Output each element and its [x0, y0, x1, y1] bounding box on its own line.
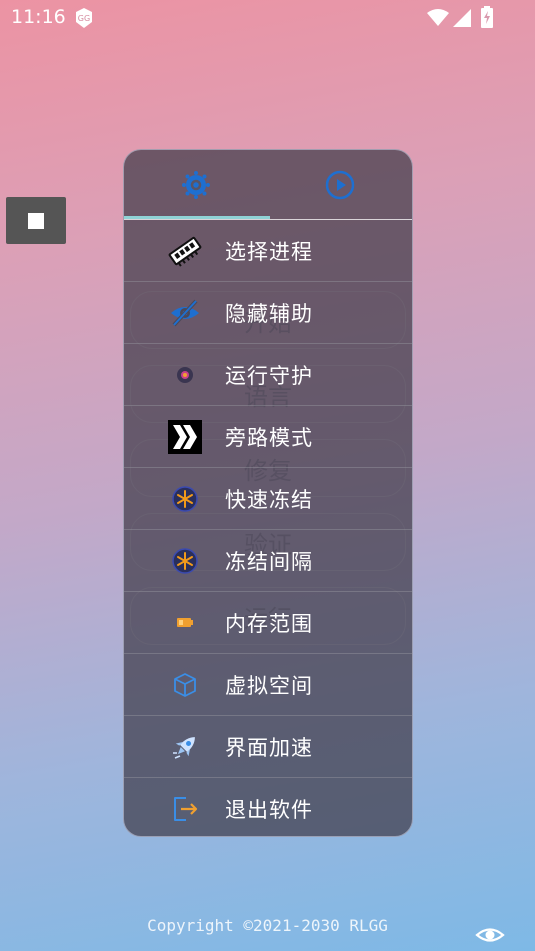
menu-item-label: 快速冻结: [225, 488, 313, 512]
memory-range-icon: [168, 606, 202, 640]
menu-list: 选择进程 隐藏辅助 运行守护 旁路模式 快速冻结 冻结间隔 内存范围 虚拟空间 …: [124, 220, 412, 836]
eye-off-icon: [168, 296, 202, 330]
copyright-text: Copyright ©2021-2030 RLGG: [147, 916, 388, 935]
memory-chip-icon: [168, 234, 202, 268]
snowflake-interval-icon: [168, 544, 202, 578]
menu-item-label: 退出软件: [225, 798, 313, 822]
exit-icon: [168, 792, 202, 826]
menu-tabs: [124, 150, 412, 220]
menu-item-label: 虚拟空间: [225, 674, 313, 698]
menu-item-virtual-space[interactable]: 虚拟空间: [124, 654, 412, 716]
bypass-chevrons-icon: [168, 420, 202, 454]
menu-item-select-process[interactable]: 选择进程: [124, 220, 412, 282]
menu-item-freeze-interval[interactable]: 冻结间隔: [124, 530, 412, 592]
menu-item-label: 隐藏辅助: [225, 302, 313, 326]
eye-toggle-button[interactable]: [475, 924, 505, 946]
menu-item-memory-range[interactable]: 内存范围: [124, 592, 412, 654]
tab-play[interactable]: [268, 150, 412, 220]
tab-settings[interactable]: [124, 150, 268, 220]
menu-item-exit-app[interactable]: 退出软件: [124, 778, 412, 836]
stop-square-icon: [28, 212, 44, 229]
snowflake-icon: [168, 482, 202, 516]
status-time: 11:16: [11, 6, 66, 28]
menu-item-label: 内存范围: [225, 612, 313, 636]
app-notification-icon: GG: [76, 8, 92, 28]
menu-item-label: 冻结间隔: [225, 550, 313, 574]
play-circle-icon: [325, 170, 355, 200]
signal-icon: [453, 9, 471, 27]
status-bar: 11:16 GG: [0, 0, 535, 36]
menu-item-run-guard[interactable]: 运行守护: [124, 344, 412, 406]
menu-item-label: 选择进程: [225, 240, 313, 264]
menu-item-ui-accelerate[interactable]: 界面加速: [124, 716, 412, 778]
guard-dot-icon: [168, 358, 202, 392]
menu-item-label: 运行守护: [225, 364, 313, 388]
settings-gear-icon: [182, 171, 210, 199]
eye-icon: [475, 928, 505, 942]
battery-charging-icon: [481, 6, 493, 28]
cube-icon: [168, 668, 202, 702]
floating-stop-button[interactable]: [6, 197, 66, 244]
rocket-icon: [168, 730, 202, 764]
menu-item-hide-assist[interactable]: 隐藏辅助: [124, 282, 412, 344]
svg-text:GG: GG: [78, 14, 90, 23]
menu-item-label: 界面加速: [225, 736, 313, 760]
menu-item-bypass-mode[interactable]: 旁路模式: [124, 406, 412, 468]
menu-item-label: 旁路模式: [225, 426, 313, 450]
wifi-icon: [427, 9, 449, 26]
menu-panel: 选择进程 隐藏辅助 运行守护 旁路模式 快速冻结 冻结间隔 内存范围 虚拟空间 …: [123, 149, 413, 837]
menu-item-quick-freeze[interactable]: 快速冻结: [124, 468, 412, 530]
